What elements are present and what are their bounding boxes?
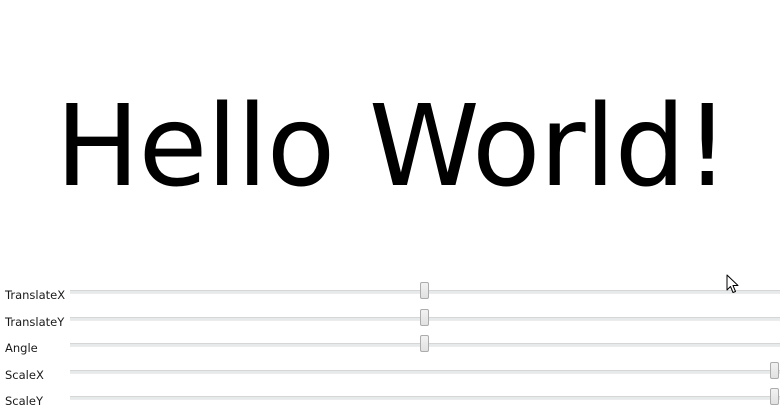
slider-thumb[interactable] (420, 308, 429, 326)
slider-thumb[interactable] (420, 282, 429, 299)
app-window: Hello World! TranslateX TranslateY Angle (0, 0, 784, 412)
translatex-slider[interactable] (70, 282, 780, 304)
angle-label: Angle (5, 341, 38, 355)
angle-row: Angle (0, 333, 784, 360)
slider-track (70, 396, 780, 400)
slider-thumb[interactable] (769, 361, 779, 379)
hello-world-text: Hello World! (55, 82, 729, 212)
slider-thumb[interactable] (420, 335, 429, 352)
translatey-label: TranslateY (5, 314, 65, 329)
scalex-label: ScaleX (5, 367, 44, 382)
translatey-row: TranslateY (0, 307, 784, 334)
scaley-label: ScaleY (5, 394, 43, 408)
scalex-slider[interactable] (70, 361, 780, 384)
angle-slider[interactable] (70, 335, 780, 357)
translatey-slider[interactable] (70, 308, 780, 331)
slider-thumb[interactable] (769, 388, 779, 405)
slider-track (70, 369, 780, 374)
scaley-row: ScaleY (0, 386, 784, 412)
translatex-label: TranslateX (5, 288, 66, 302)
mouse-pointer-icon (726, 274, 739, 293)
scaley-slider[interactable] (70, 388, 780, 410)
translatex-row: TranslateX (0, 280, 784, 307)
scalex-row: ScaleX (0, 360, 784, 387)
transform-controls: TranslateX TranslateY Angle ScaleX Scale… (0, 280, 784, 412)
